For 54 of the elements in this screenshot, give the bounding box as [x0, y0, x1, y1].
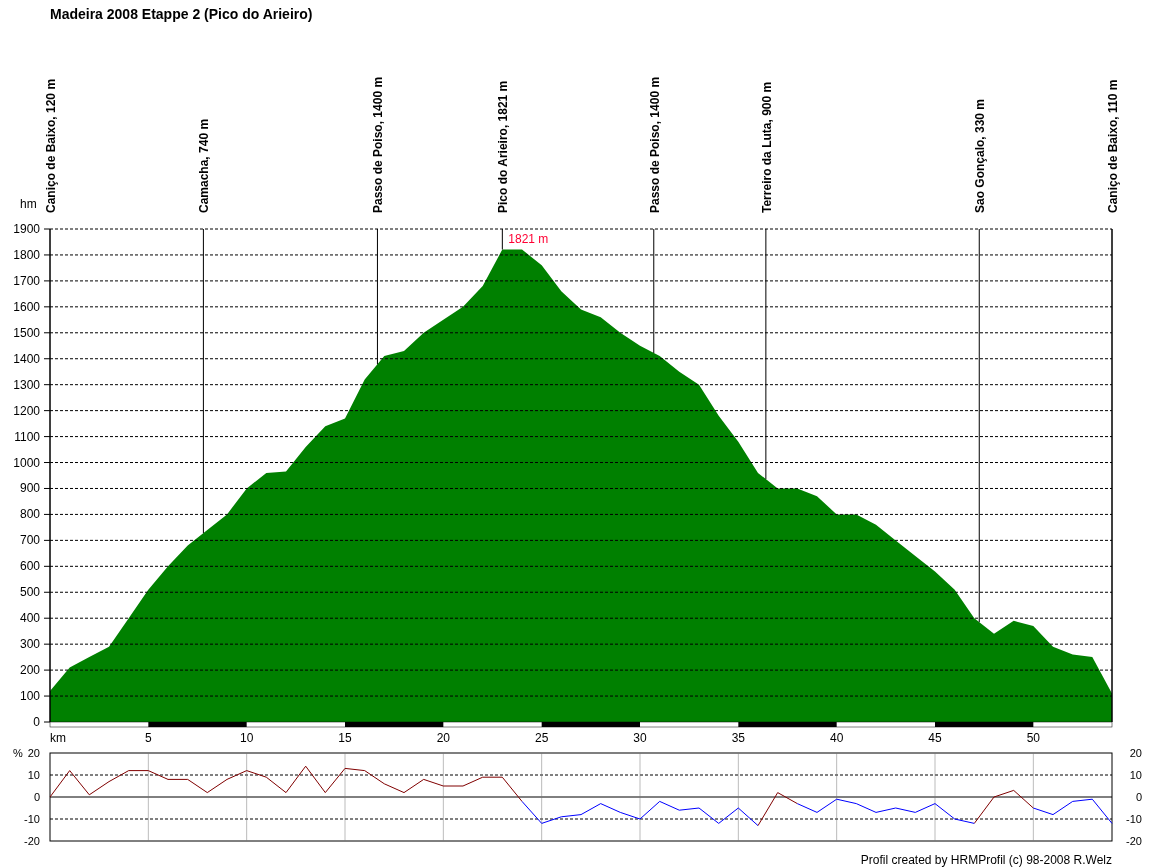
x-tick-label: 5 [145, 731, 152, 745]
x-tick-label: 30 [633, 731, 647, 745]
peak-label: 1821 m [508, 232, 549, 247]
waypoint-label: Passo de Poiso, 1400 m [371, 76, 386, 213]
y-tick-label: 1300 [13, 377, 40, 392]
y-tick-label: 1900 [13, 222, 40, 236]
x-tick-label: 20 [436, 731, 450, 745]
x-tick-label: 25 [535, 731, 549, 745]
waypoint-label: Caniço de Baixo, 110 m [1106, 79, 1120, 213]
y-tick-label: 10 [27, 769, 40, 781]
y-tick-label: 1400 [13, 351, 40, 366]
x-tick-label: 35 [731, 731, 745, 745]
x-tick-label: 10 [240, 731, 254, 745]
y-tick-label: 100 [19, 689, 40, 704]
x-tick-label: 45 [928, 731, 942, 745]
y-tick-label: 200 [19, 663, 40, 678]
y-tick-label: 500 [19, 585, 40, 600]
y-tick-label: 0 [33, 715, 40, 729]
waypoint-label: Sao Gonçalo, 330 m [973, 98, 988, 213]
credit-text: Profil created by HRMProfil (c) 98-2008 R.Welz [860, 853, 1112, 867]
y-tick-label: 900 [19, 481, 40, 496]
waypoint-label: Camacha, 740 m [197, 118, 212, 213]
y-tick-label: 800 [19, 507, 40, 522]
y-tick-label: -10 [24, 813, 40, 825]
chart-title: Madeira 2008 Etappe 2 (Pico do Arieiro) [49, 5, 314, 24]
y-tick-label: 300 [19, 637, 40, 652]
axis-label: % [13, 747, 23, 759]
y-tick-label: 1500 [13, 325, 40, 340]
waypoint-label: Passo de Poiso, 1400 m [647, 76, 662, 213]
y-tick-label: 0 [1135, 791, 1142, 803]
y-tick-label: 1800 [13, 247, 40, 262]
axis-label: km [50, 731, 66, 745]
y-tick-label: 1100 [14, 429, 40, 444]
x-tick-label: 40 [830, 731, 844, 745]
y-tick-label: 10 [1129, 769, 1142, 781]
y-tick-label: 1000 [13, 455, 40, 470]
y-tick-label: 400 [19, 611, 40, 626]
waypoint-label: Terreiro da Luta, 900 m [759, 81, 774, 213]
y-tick-label: 1700 [13, 273, 40, 288]
x-tick-label: 15 [338, 731, 352, 745]
waypoint-label: Caniço de Baixo, 120 m [44, 78, 58, 213]
y-tick-label: -10 [1126, 813, 1142, 825]
y-tick-label: 1600 [13, 299, 40, 314]
y-tick-label: -20 [24, 835, 40, 847]
y-tick-label: -20 [1126, 835, 1142, 847]
y-tick-label: 600 [19, 559, 40, 574]
y-tick-label: 700 [19, 533, 40, 548]
y-tick-label: 1200 [13, 403, 40, 418]
axis-label: hm [20, 197, 37, 211]
y-tick-label: 20 [1129, 747, 1142, 759]
y-tick-label: 20 [27, 747, 40, 759]
waypoint-label: Pico do Arieiro, 1821 m [496, 80, 511, 213]
y-tick-label: 0 [33, 791, 40, 803]
x-tick-label: 50 [1026, 731, 1040, 745]
